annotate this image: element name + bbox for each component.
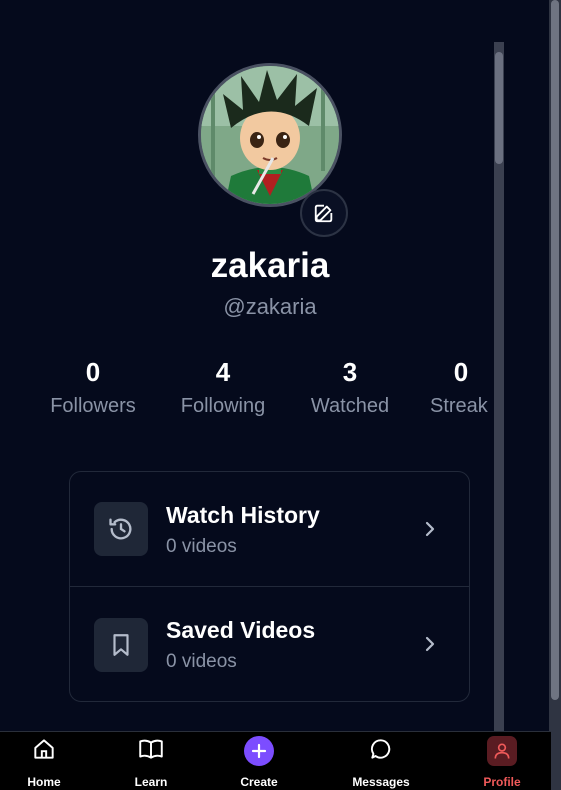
window-scrollbar[interactable] xyxy=(549,0,561,790)
plus-icon xyxy=(244,736,274,766)
nav-home[interactable]: Home xyxy=(0,732,89,790)
nav-messages[interactable]: Messages xyxy=(336,732,426,790)
chevron-right-icon xyxy=(425,636,435,652)
nav-learn[interactable]: Learn xyxy=(106,732,196,790)
nav-label: Learn xyxy=(134,775,168,789)
stat-label: Following xyxy=(180,395,266,417)
watch-history-count: 0 videos xyxy=(166,536,237,557)
history-icon xyxy=(94,502,148,556)
chevron-right-icon xyxy=(425,521,435,537)
stat-watched[interactable]: 3 Watched xyxy=(300,356,400,418)
profile-page: zakaria @zakaria 0 Followers 4 Following… xyxy=(0,0,561,790)
stat-label: Streak xyxy=(430,395,488,417)
nav-label: Create xyxy=(240,775,278,789)
stat-value: 3 xyxy=(342,357,358,387)
stat-value: 0 xyxy=(85,357,101,387)
nav-label: Messages xyxy=(352,775,410,789)
stat-value: 4 xyxy=(215,357,231,387)
nav-create[interactable]: Create xyxy=(214,732,304,790)
nav-profile[interactable]: Profile xyxy=(457,732,547,790)
content-scrollbar-thumb[interactable] xyxy=(495,52,503,164)
chat-icon xyxy=(370,739,391,759)
watch-history-title: Watch History xyxy=(166,502,320,528)
stat-value: 0 xyxy=(453,357,469,387)
window-scrollbar-thumb[interactable] xyxy=(551,0,559,700)
bottom-nav: Home Learn Create Messages Profile xyxy=(0,731,551,790)
bookmark-icon xyxy=(94,617,148,672)
avatar-image xyxy=(201,66,339,204)
user-icon xyxy=(487,736,517,766)
profile-username: zakaria xyxy=(210,246,330,285)
avatar[interactable] xyxy=(198,63,342,207)
watch-history-row[interactable]: Watch History 0 videos xyxy=(70,472,469,587)
library-card: Watch History 0 videos Saved Videos 0 vi… xyxy=(69,471,470,702)
stat-label: Watched xyxy=(310,395,390,417)
home-icon xyxy=(34,739,54,759)
edit-icon xyxy=(314,204,333,223)
saved-videos-count: 0 videos xyxy=(166,651,237,672)
nav-label: Profile xyxy=(483,775,521,789)
stat-streak[interactable]: 0 Streak xyxy=(426,356,496,418)
stat-label: Followers xyxy=(50,395,136,417)
profile-handle: @zakaria xyxy=(223,294,317,319)
book-icon xyxy=(139,739,163,759)
edit-avatar-button[interactable] xyxy=(300,189,348,237)
stat-following[interactable]: 4 Following xyxy=(173,356,273,418)
stat-followers[interactable]: 0 Followers xyxy=(43,356,143,418)
saved-videos-row[interactable]: Saved Videos 0 videos xyxy=(70,587,469,702)
saved-videos-title: Saved Videos xyxy=(166,617,316,643)
nav-label: Home xyxy=(27,775,61,789)
avatar-container xyxy=(198,63,342,207)
